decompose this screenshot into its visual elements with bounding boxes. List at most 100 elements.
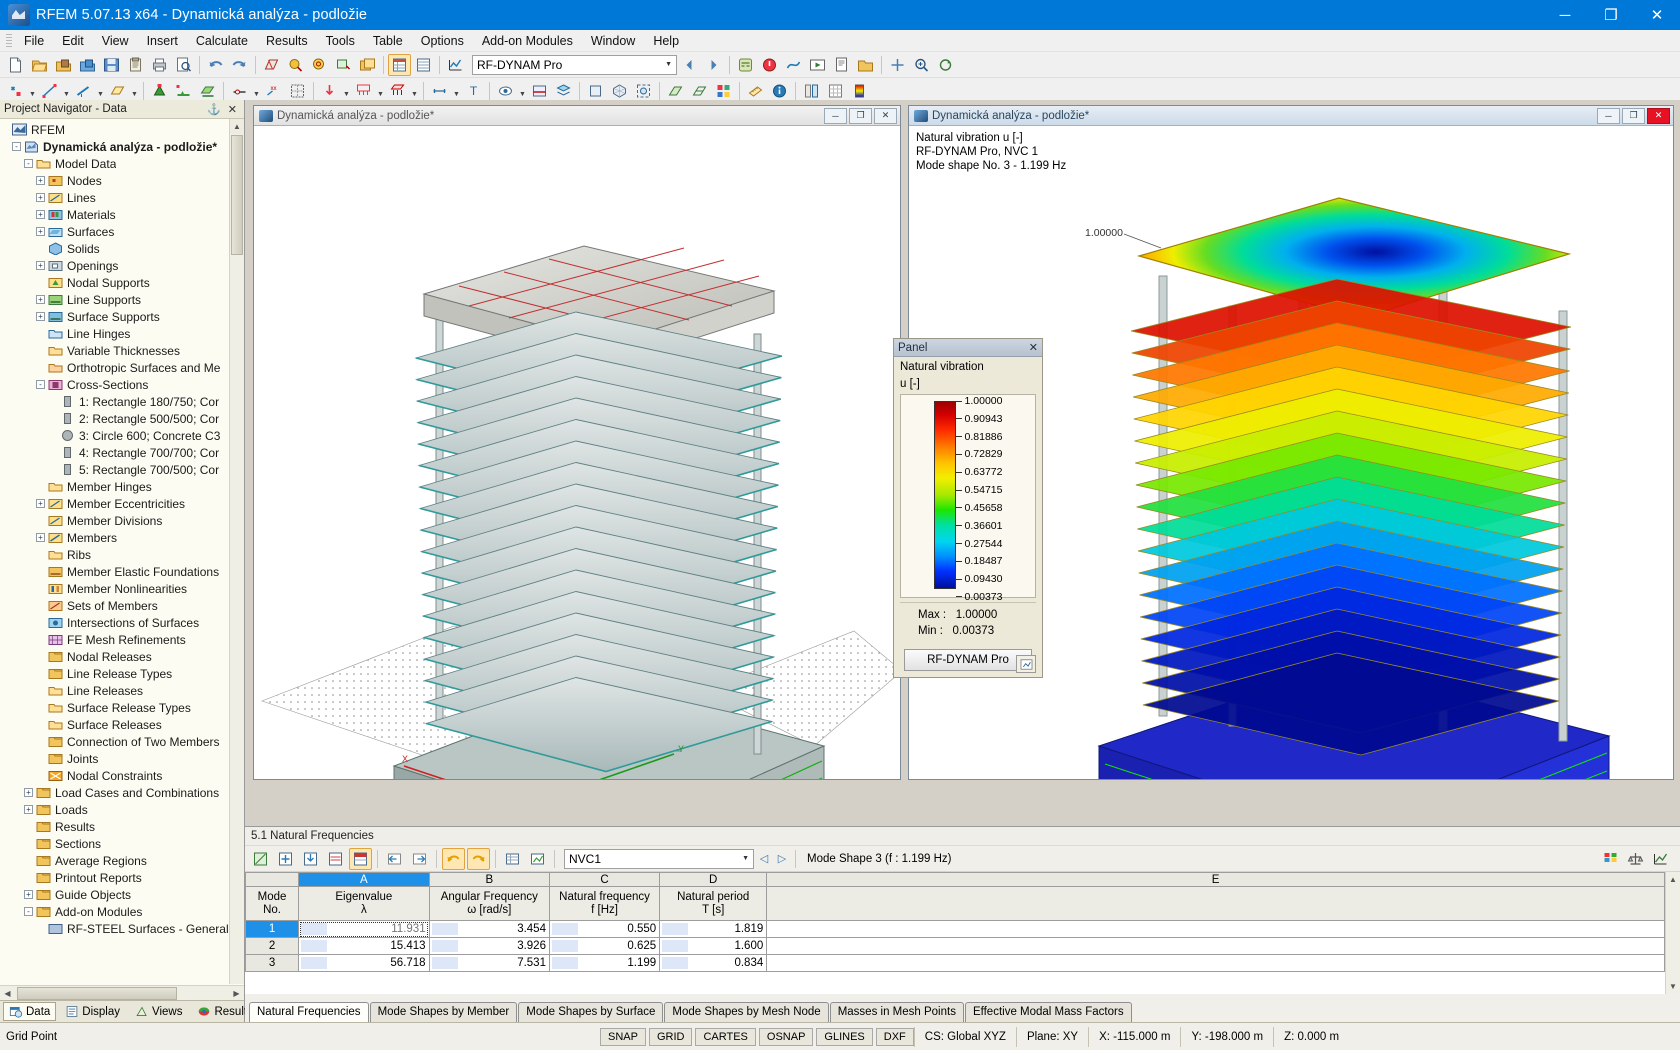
tree-expander-expand[interactable]: + [24, 890, 33, 899]
cell-natural-period[interactable]: 1.819 [659, 920, 768, 938]
menu-view[interactable]: View [93, 32, 138, 50]
toggle-osnap[interactable]: OSNAP [758, 1027, 814, 1046]
tree-item-5-rectangle-700-500-cor[interactable]: 5: Rectangle 700/500; Cor [0, 461, 244, 478]
menu-help[interactable]: Help [644, 32, 688, 50]
cell-natural-period[interactable]: 1.600 [659, 937, 768, 955]
print-icon[interactable] [148, 54, 171, 76]
tree-item-materials[interactable]: + Materials [0, 206, 244, 223]
table-colors-icon[interactable] [349, 847, 372, 870]
table-insert-row-icon[interactable] [274, 848, 297, 870]
new-file-icon[interactable] [4, 54, 27, 76]
table-undo-icon[interactable] [442, 847, 465, 870]
menu-tools[interactable]: Tools [317, 32, 364, 50]
tree-expander-expand[interactable]: + [36, 261, 45, 270]
undo-icon[interactable] [204, 54, 227, 76]
load-line-icon[interactable] [352, 80, 375, 102]
table-scroll-down-icon[interactable]: ▼ [1666, 979, 1680, 994]
tree-expander-expand[interactable]: + [36, 176, 45, 185]
table-redo-icon[interactable] [467, 847, 490, 870]
load-case-combo[interactable]: NVC1 ▼ [564, 848, 754, 869]
open-model-icon[interactable] [52, 54, 75, 76]
tree-item-rf-steel-surfaces-general[interactable]: RF-STEEL Surfaces - General [0, 920, 244, 937]
navigator-horizontal-scrollbar[interactable]: ◀ ▶ [0, 985, 244, 1000]
load-surface-dropdown-icon[interactable]: ▼ [410, 80, 419, 102]
tree-item-connection-of-two-members[interactable]: Connection of Two Members [0, 733, 244, 750]
cell-natural-frequency[interactable]: 0.550 [548, 920, 661, 938]
tree-item-member-elastic-foundations[interactable]: Member Elastic Foundations [0, 563, 244, 580]
zoom-window-icon[interactable] [332, 54, 355, 76]
select-special-icon[interactable] [308, 54, 331, 76]
tree-item-surface-release-types[interactable]: Surface Release Types [0, 699, 244, 716]
menu-calculate[interactable]: Calculate [187, 32, 257, 50]
table-filter-icon[interactable] [324, 848, 347, 870]
model-view-minimize[interactable]: ─ [824, 107, 847, 124]
member-hinge-dropdown-icon[interactable]: ▼ [252, 80, 261, 102]
select-objects-icon[interactable] [284, 54, 307, 76]
table-import-icon[interactable] [299, 848, 322, 870]
tree-item-surfaces[interactable]: + Surfaces [0, 223, 244, 240]
nodal-support-icon[interactable] [148, 80, 171, 102]
table-vertical-scrollbar[interactable]: ▲ ▼ [1665, 872, 1680, 994]
table-balance-icon[interactable] [1624, 848, 1647, 870]
open-file-icon[interactable] [28, 54, 51, 76]
tree-item-line-release-types[interactable]: Line Release Types [0, 665, 244, 682]
new-line-icon[interactable] [38, 80, 61, 102]
cell-angular-frequency[interactable]: 3.926 [428, 937, 550, 955]
pan-icon[interactable] [886, 54, 909, 76]
tree-expander-collapse[interactable]: - [24, 907, 33, 916]
print-preview-icon[interactable] [172, 54, 195, 76]
result-diagram-icon[interactable] [444, 54, 467, 76]
tree-item-load-cases-and-combinations[interactable]: + Load Cases and Combinations [0, 784, 244, 801]
nav-tab-display[interactable]: Display [59, 1002, 126, 1021]
result-view-maximize[interactable]: ❐ [1622, 107, 1645, 124]
cell-angular-frequency[interactable]: 3.454 [428, 920, 550, 938]
tree-expander-expand[interactable]: + [24, 805, 33, 814]
table-columns-icon[interactable] [412, 54, 435, 76]
tree-item-nodal-supports[interactable]: Nodal Supports [0, 274, 244, 291]
tree-item-cross-sections[interactable]: - Cross-Sections [0, 376, 244, 393]
tree-item-nodal-releases[interactable]: Nodal Releases [0, 648, 244, 665]
tree-expander-expand[interactable]: + [36, 295, 45, 304]
results-on-off-icon[interactable] [758, 54, 781, 76]
menu-window[interactable]: Window [582, 32, 644, 50]
view-front-icon[interactable] [584, 80, 607, 102]
table-edit-icon[interactable] [249, 848, 272, 870]
table-row[interactable]: 2 15.413 3.926 0.625 1.600 [245, 937, 1665, 955]
toggle-glines[interactable]: GLINES [816, 1027, 873, 1046]
tree-item-lines[interactable]: + Lines [0, 189, 244, 206]
zoom-in-icon[interactable] [910, 54, 933, 76]
tree-item-line-releases[interactable]: Line Releases [0, 682, 244, 699]
nav-tab-data[interactable]: Data [3, 1002, 57, 1021]
tree-item-solids[interactable]: Solids [0, 240, 244, 257]
panel-rfdynam-button[interactable]: RF-DYNAM Pro [904, 649, 1032, 671]
scroll-up-icon[interactable]: ▲ [230, 119, 244, 134]
model-view-close[interactable]: ✕ [874, 107, 897, 124]
tree-item-nodal-constraints[interactable]: Nodal Constraints [0, 767, 244, 784]
colorscale-icon[interactable] [848, 80, 871, 102]
new-line-dropdown-icon[interactable]: ▼ [62, 80, 71, 102]
sheet-tab-mode-shapes-by-mesh-node[interactable]: Mode Shapes by Mesh Node [664, 1002, 829, 1022]
tree-item-member-divisions[interactable]: Member Divisions [0, 512, 244, 529]
visibility-icon[interactable] [494, 80, 517, 102]
section-plane-icon[interactable] [528, 80, 551, 102]
tree-item-member-hinges[interactable]: Member Hinges [0, 478, 244, 495]
print-report-icon[interactable] [830, 54, 853, 76]
tree-item-line-hinges[interactable]: Line Hinges [0, 325, 244, 342]
cell-mode-no[interactable]: 1 [245, 920, 300, 938]
new-node-dropdown-icon[interactable]: ▼ [28, 80, 37, 102]
load-nodal-icon[interactable] [318, 80, 341, 102]
open-recent-icon[interactable] [76, 54, 99, 76]
table-row[interactable]: 1 11.931 3.454 0.550 1.819 [245, 920, 1665, 938]
save-icon[interactable] [100, 54, 123, 76]
menu-table[interactable]: Table [364, 32, 412, 50]
result-view-close[interactable]: ✕ [1647, 107, 1670, 124]
load-line-dropdown-icon[interactable]: ▼ [376, 80, 385, 102]
toggle-snap[interactable]: SNAP [600, 1027, 646, 1046]
table-prev-block-icon[interactable] [383, 848, 406, 870]
visibility-dropdown-icon[interactable]: ▼ [518, 80, 527, 102]
column-letter-d[interactable]: D [659, 872, 768, 887]
support-xx-icon[interactable]: xx [262, 80, 285, 102]
tree-item-ribs[interactable]: Ribs [0, 546, 244, 563]
tree-item-loads[interactable]: + Loads [0, 801, 244, 818]
navigator-vertical-scrollbar[interactable]: ▲ [229, 119, 244, 984]
